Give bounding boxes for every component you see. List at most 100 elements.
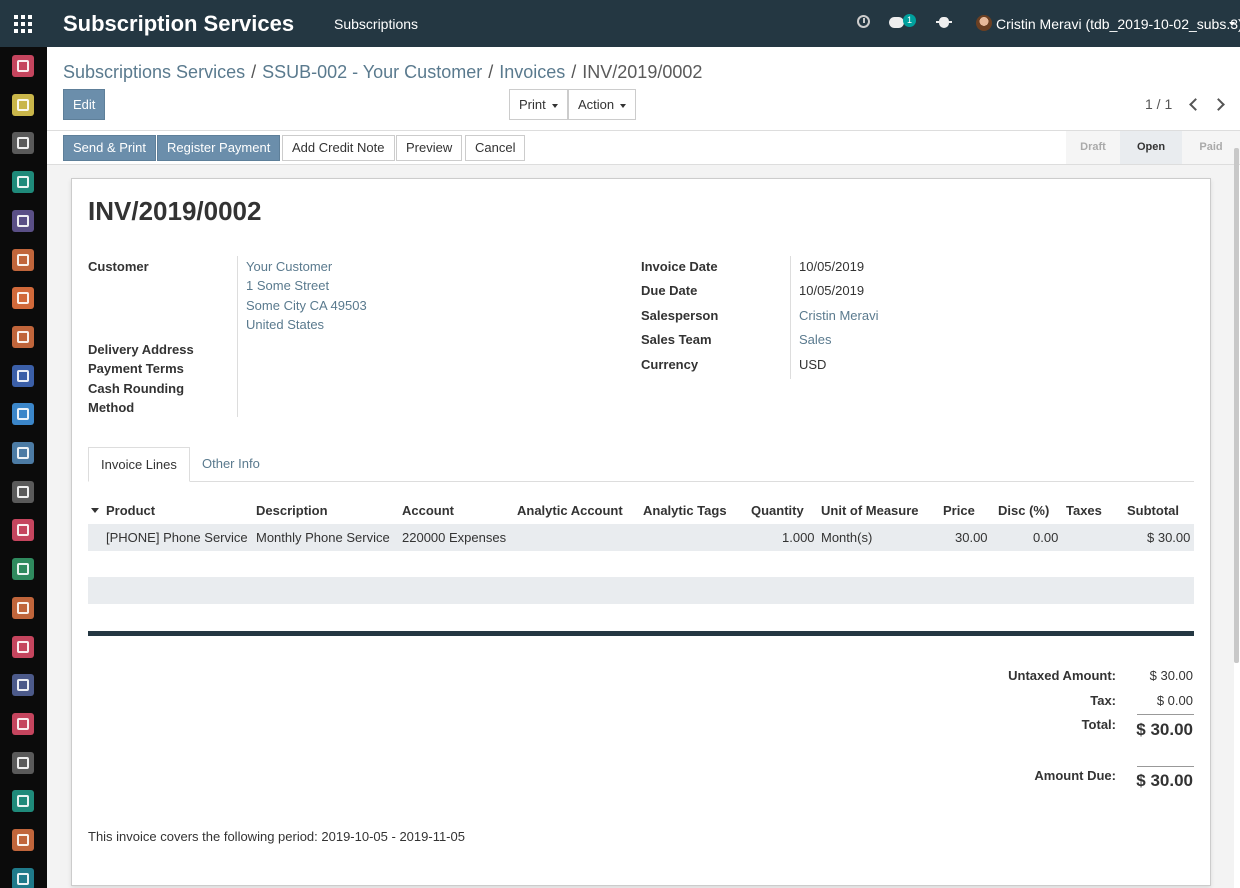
- cell-price[interactable]: 30.00: [955, 530, 988, 545]
- contacts-glyph-icon: [17, 176, 29, 189]
- sidebar-app-purchase-icon[interactable]: [12, 596, 34, 619]
- print-dropdown-button[interactable]: Print: [509, 89, 568, 120]
- breadcrumb: Subscriptions Services / SSUB-002 - Your C…: [63, 62, 702, 83]
- cell-unit-of-measure[interactable]: Month(s): [821, 530, 872, 545]
- send-print-button[interactable]: Send & Print: [63, 135, 156, 161]
- sidebar-app-surveys-icon[interactable]: [12, 829, 34, 851]
- amount-due-divider: [1137, 766, 1194, 767]
- sidebar-app-point-of-sale-icon[interactable]: [12, 364, 34, 387]
- column-header-account[interactable]: Account: [402, 503, 454, 518]
- column-header-unit-of-measure[interactable]: Unit of Measure: [821, 503, 919, 518]
- messages-count-badge: 1: [903, 14, 917, 27]
- sidebar-app-apps-icon[interactable]: [12, 674, 34, 697]
- register-payment-button[interactable]: Register Payment: [157, 135, 281, 161]
- column-header-discount[interactable]: Disc (%): [998, 503, 1049, 518]
- app-grid-icon[interactable]: [14, 15, 32, 33]
- cell-discount[interactable]: 0.00: [1033, 530, 1058, 545]
- totals-separator: [88, 631, 1194, 636]
- tab-other-info[interactable]: Other Info: [190, 447, 272, 482]
- action-dropdown-button[interactable]: Action: [568, 89, 637, 120]
- menu-subscriptions[interactable]: Subscriptions: [334, 16, 418, 32]
- column-header-analytic-tags[interactable]: Analytic Tags: [643, 503, 727, 518]
- action-label: Action: [578, 97, 615, 112]
- customer-address-line[interactable]: 1 Some Street: [246, 278, 329, 293]
- stage-draft[interactable]: Draft: [1066, 131, 1120, 164]
- column-header-quantity[interactable]: Quantity: [751, 503, 804, 518]
- sales-team-label: Sales Team: [641, 332, 712, 347]
- cancel-button[interactable]: Cancel: [465, 135, 526, 161]
- column-header-subtotal[interactable]: Subtotal: [1127, 503, 1179, 518]
- breadcrumb-item-subscription[interactable]: SSUB-002 - Your Customer: [262, 62, 482, 82]
- sidebar-app-team-icon[interactable]: [12, 867, 34, 888]
- amount-due-value: $ 30.00: [1136, 771, 1193, 790]
- project-glyph-icon: [17, 485, 29, 498]
- payment-terms-label: Payment Terms: [88, 361, 184, 376]
- sidebar-app-subscriptions-icon[interactable]: [12, 403, 34, 426]
- column-header-price[interactable]: Price: [943, 503, 975, 518]
- tax-label: Tax:: [1090, 693, 1116, 708]
- sales-team-link[interactable]: Sales: [799, 332, 832, 347]
- customer-name-link[interactable]: Your Customer: [246, 259, 332, 274]
- sidebar-app-email-marketing-icon[interactable]: [12, 751, 34, 774]
- breadcrumb-separator: /: [251, 62, 257, 82]
- sidebar-app-inventory-icon[interactable]: [12, 519, 34, 542]
- total-label: Total:: [1081, 717, 1116, 732]
- sidebar-app-employees-icon[interactable]: [12, 635, 34, 658]
- stage-open[interactable]: Open: [1120, 131, 1182, 164]
- sidebar-app-ecommerce-icon[interactable]: [12, 325, 34, 348]
- sidebar-app-invoicing-icon[interactable]: [12, 442, 34, 464]
- invoice-date-value: 10/05/2019: [799, 259, 865, 274]
- invoicing-glyph-icon: [17, 447, 29, 459]
- breadcrumb-item-invoices[interactable]: Invoices: [499, 62, 565, 82]
- table-row[interactable]: [88, 524, 1194, 551]
- sidebar-app-project-icon[interactable]: [12, 480, 34, 503]
- sidebar-app-crm-icon[interactable]: [12, 209, 34, 232]
- cell-subtotal[interactable]: $ 30.00: [1147, 530, 1190, 545]
- add-credit-note-button[interactable]: Add Credit Note: [282, 135, 395, 161]
- due-date-label: Due Date: [641, 283, 698, 298]
- user-menu-caret-icon[interactable]: [1229, 22, 1235, 26]
- debug-bug-icon[interactable]: [935, 13, 953, 31]
- column-header-product[interactable]: Product: [106, 503, 155, 518]
- sidebar-app-calendar-icon[interactable]: [12, 93, 34, 116]
- ecommerce-glyph-icon: [17, 330, 29, 343]
- sidebar-app-notes-icon[interactable]: [12, 132, 34, 155]
- edit-button[interactable]: Edit: [63, 89, 106, 120]
- sidebar-app-sales-icon[interactable]: [12, 248, 34, 271]
- customer-address-line[interactable]: Some City CA 49503: [246, 298, 367, 313]
- customer-address-line[interactable]: United States: [246, 317, 324, 332]
- chevron-down-icon: [551, 103, 558, 108]
- sidebar-app-manufacturing-icon[interactable]: [12, 558, 34, 581]
- breadcrumb-current: INV/2019/0002: [582, 62, 703, 82]
- pager-value[interactable]: 1 / 1: [1145, 96, 1172, 112]
- preview-button[interactable]: Preview: [396, 135, 463, 161]
- column-header-taxes[interactable]: Taxes: [1066, 503, 1102, 518]
- pager-previous-icon[interactable]: [1186, 97, 1200, 111]
- column-header-description[interactable]: Description: [256, 503, 328, 518]
- user-menu[interactable]: Cristin Meravi (tdb_2019-10-02_subs.3): [996, 16, 1240, 32]
- user-avatar[interactable]: [976, 15, 992, 31]
- cell-account[interactable]: 220000 Expenses: [402, 530, 506, 545]
- sidebar-app-events-icon[interactable]: [12, 790, 34, 813]
- sidebar-app-timesheets-icon[interactable]: [12, 712, 34, 735]
- cell-product[interactable]: [PHONE] Phone Service: [106, 530, 248, 545]
- customer-label: Customer: [88, 259, 149, 274]
- sidebar-app-discuss-icon[interactable]: [12, 55, 34, 77]
- sidebar-app-website-icon[interactable]: [12, 287, 34, 310]
- column-header-analytic-account[interactable]: Analytic Account: [517, 503, 623, 518]
- purchase-glyph-icon: [17, 601, 29, 614]
- sort-caret-down-icon[interactable]: [91, 508, 99, 513]
- scrollbar[interactable]: [1234, 148, 1239, 663]
- invoice-number-title: INV/2019/0002: [88, 196, 262, 226]
- sidebar-app-contacts-icon[interactable]: [12, 171, 34, 194]
- pager-next-icon[interactable]: [1213, 97, 1227, 111]
- chevron-down-icon: [620, 103, 627, 108]
- salesperson-link[interactable]: Cristin Meravi: [799, 308, 878, 323]
- activity-clock-icon[interactable]: [855, 13, 873, 31]
- cell-quantity[interactable]: 1.000: [782, 530, 815, 545]
- tab-invoice-lines[interactable]: Invoice Lines: [88, 447, 190, 482]
- crm-glyph-icon: [17, 214, 29, 227]
- breadcrumb-item-subscriptions[interactable]: Subscriptions Services: [63, 62, 245, 82]
- cell-description[interactable]: Monthly Phone Service: [256, 530, 390, 545]
- stage-paid[interactable]: Paid: [1182, 131, 1240, 164]
